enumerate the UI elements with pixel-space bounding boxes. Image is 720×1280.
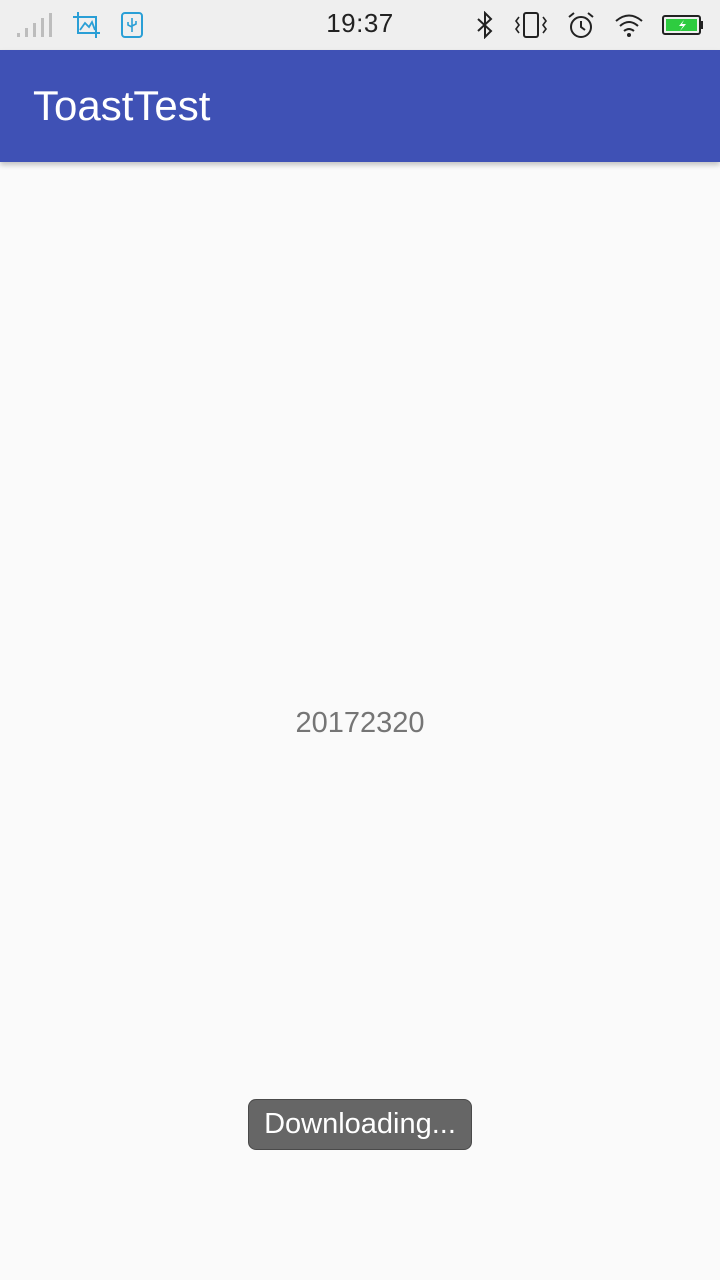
status-bar: 19:37 — [0, 0, 720, 50]
toast: Downloading... — [248, 1099, 472, 1150]
toast-message: Downloading... — [264, 1108, 456, 1140]
wifi-icon — [614, 12, 644, 38]
app-bar: ToastTest — [0, 50, 720, 162]
bluetooth-icon — [474, 11, 496, 39]
center-text: 20172320 — [295, 707, 425, 739]
alarm-icon — [566, 10, 596, 40]
vibrate-icon — [514, 11, 548, 39]
app-title: ToastTest — [33, 82, 211, 129]
status-right-icons — [474, 10, 704, 40]
battery-icon — [662, 14, 704, 36]
